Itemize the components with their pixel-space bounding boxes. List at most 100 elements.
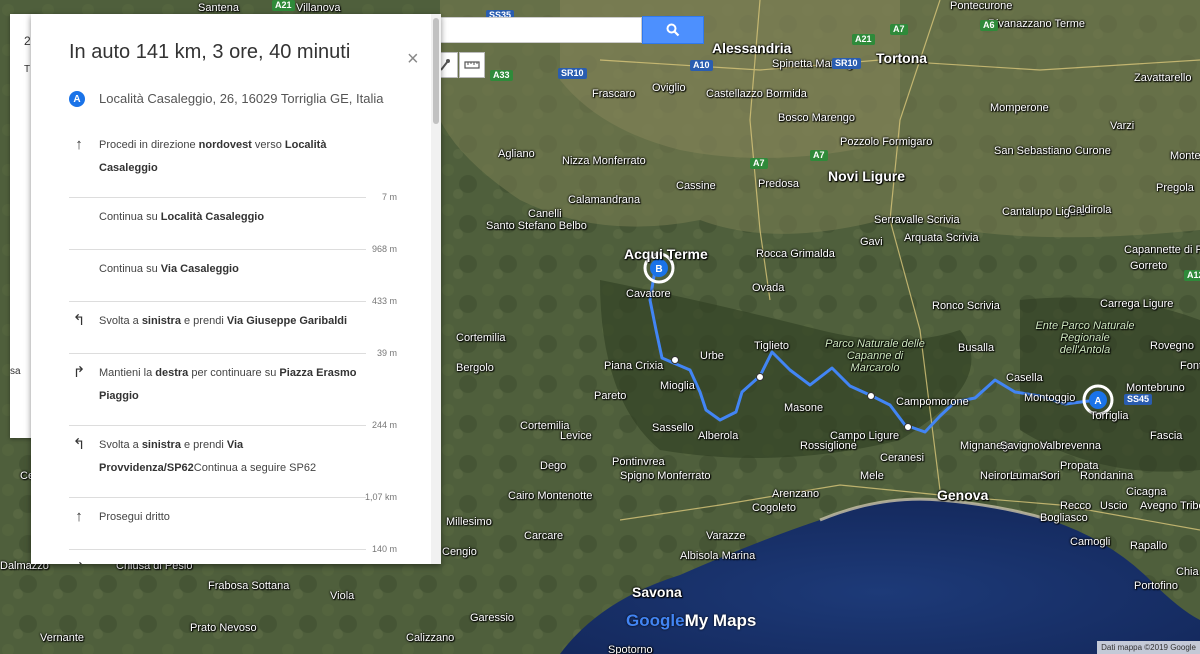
place-label: Rivanazzano Terme: [988, 18, 1086, 30]
place-label: Levice: [560, 430, 592, 442]
road-shield: A10: [690, 60, 713, 71]
place-label: Spigno Monferrato: [620, 470, 711, 482]
place-label: Gavi: [860, 236, 883, 248]
direction-step[interactable]: ↑ Procedi in direzione nordovest verso Lo…: [31, 134, 431, 202]
place-label: Cortemilia: [456, 332, 506, 344]
place-label: Cavatore: [626, 288, 671, 300]
search-button[interactable]: [642, 16, 704, 44]
road-shield: SR10: [558, 68, 587, 79]
step-divider: [69, 549, 366, 550]
place-label: Vernante: [40, 632, 85, 644]
place-label: Canelli: [528, 208, 562, 220]
place-label: Rapallo: [1130, 540, 1168, 552]
road-shield: A33: [490, 70, 513, 81]
direction-step[interactable]: ↑ Prosegui dritto 140 m: [31, 506, 431, 554]
place-label: Novi Ligure: [828, 168, 906, 184]
step-distance: 140 m: [371, 544, 397, 554]
direction-step[interactable]: Continua su Via Casaleggio 433 m: [31, 258, 431, 306]
place-label: Arquata Scrivia: [904, 232, 979, 244]
turn-icon: ↰: [72, 312, 86, 329]
place-label: Savona: [632, 584, 682, 600]
layers-panel-text: sa: [10, 366, 21, 377]
place-label: Frascaro: [592, 88, 636, 100]
layers-panel-text: 2: [24, 34, 31, 48]
step-instruction: Procedi in direzione nordovest verso Loc…: [99, 139, 327, 174]
turn-icon: ↑: [75, 136, 83, 153]
place-label: Busalla: [958, 342, 995, 354]
direction-step[interactable]: ↱ Mantieni la destra al bivio, segui le i…: [31, 558, 431, 565]
step-divider: [69, 353, 366, 354]
place-label: Bosco Marengo: [778, 112, 856, 124]
turn-icon: ↰: [72, 436, 86, 453]
scrollbar-thumb[interactable]: [433, 18, 439, 124]
place-label: Santo Stefano Belbo: [486, 220, 587, 232]
step-distance: 433 m: [371, 296, 397, 306]
place-label: Villanova: [296, 2, 341, 14]
place-label: Recco: [1060, 500, 1092, 512]
place-label: Zavattarello: [1134, 72, 1192, 84]
place-label: Torriglia: [1090, 410, 1129, 422]
place-label: Masone: [784, 402, 824, 414]
search-input[interactable]: [432, 17, 642, 43]
place-label: Spotorno: [608, 644, 653, 654]
place-label: Montemarzino: [1170, 150, 1200, 162]
waypoint-dot[interactable]: [904, 423, 912, 431]
waypoint-dot[interactable]: [671, 356, 679, 364]
place-label: Ovada: [752, 282, 785, 294]
place-label: Cengio: [442, 546, 477, 558]
place-label: Cogoleto: [752, 502, 797, 514]
road-shield: SS45: [1124, 394, 1153, 405]
place-label: Carrega Ligure: [1100, 298, 1174, 310]
road-shield: A21: [272, 0, 295, 11]
place-label: Momperone: [990, 102, 1049, 114]
park-label: Ente Parco Naturale Regionale dell'Antol…: [1035, 320, 1135, 356]
park-label: Parco Naturale delle Capanne di Marcarol…: [825, 338, 925, 374]
place-label: Calamandrana: [568, 194, 641, 206]
place-label: Avegno: [1140, 500, 1178, 512]
place-label: Cassine: [676, 180, 716, 192]
place-label: Castellazzo Bormida: [706, 88, 807, 100]
step-divider: [69, 249, 366, 250]
place-label: Pregola: [1156, 182, 1194, 194]
place-label: Garessio: [470, 612, 515, 624]
step-instruction: Svolta a sinistra e prendi Via Provviden…: [99, 439, 317, 474]
measure-button[interactable]: [459, 52, 485, 78]
place-label: Genova: [937, 487, 989, 503]
place-label: Tribogna: [1180, 500, 1200, 512]
place-label: Caldirola: [1068, 204, 1112, 216]
place-label: Fascia: [1150, 430, 1183, 442]
place-label: Urbe: [700, 350, 724, 362]
step-divider: [69, 497, 366, 498]
step-distance: 39 m: [376, 348, 397, 358]
step-instruction: Continua su Località Casaleggio: [99, 211, 265, 223]
place-label: Pareto: [594, 390, 627, 402]
place-label: Sori: [1040, 470, 1060, 482]
place-label: Cairo Montenotte: [508, 490, 593, 502]
place-label: Ceranesi: [880, 452, 925, 464]
waypoint-dot[interactable]: [867, 392, 875, 400]
place-label: Arenzano: [772, 488, 820, 500]
place-label: Rocca Grimalda: [756, 248, 835, 260]
marker-b-label: B: [655, 264, 662, 275]
direction-step[interactable]: ↰ Svolta a sinistra e prendi Via Provvide…: [31, 434, 431, 502]
close-button[interactable]: ×: [407, 49, 419, 69]
map-copyright: Dati mappa ©2019 Google: [1097, 641, 1200, 654]
place-label: Campomorone: [896, 396, 969, 408]
place-label: Tiglieto: [754, 340, 790, 352]
directions-title: In auto 141 km, 3 ore, 40 minuti: [69, 41, 351, 63]
road-shield: A7: [890, 24, 908, 35]
place-label: Albisola Marina: [680, 550, 756, 562]
place-label: Montebruno: [1126, 382, 1185, 394]
step-divider: [69, 301, 366, 302]
place-label: Frabosa Sottana: [208, 580, 290, 592]
place-label: Gorreto: [1130, 260, 1168, 272]
step-divider: [69, 425, 366, 426]
waypoint-dot[interactable]: [756, 373, 764, 381]
place-label: Prato Nevoso: [190, 622, 257, 634]
place-label: Uscio: [1100, 500, 1128, 512]
place-label: Pontinvrea: [612, 456, 665, 468]
direction-step[interactable]: Continua su Località Casaleggio 968 m: [31, 206, 431, 254]
place-label: Oviglio: [652, 82, 686, 94]
direction-step[interactable]: ↱ Mantieni la destra per continuare su Pi…: [31, 362, 431, 430]
direction-step[interactable]: ↰ Svolta a sinistra e prendi Via Giuseppe…: [31, 310, 431, 358]
